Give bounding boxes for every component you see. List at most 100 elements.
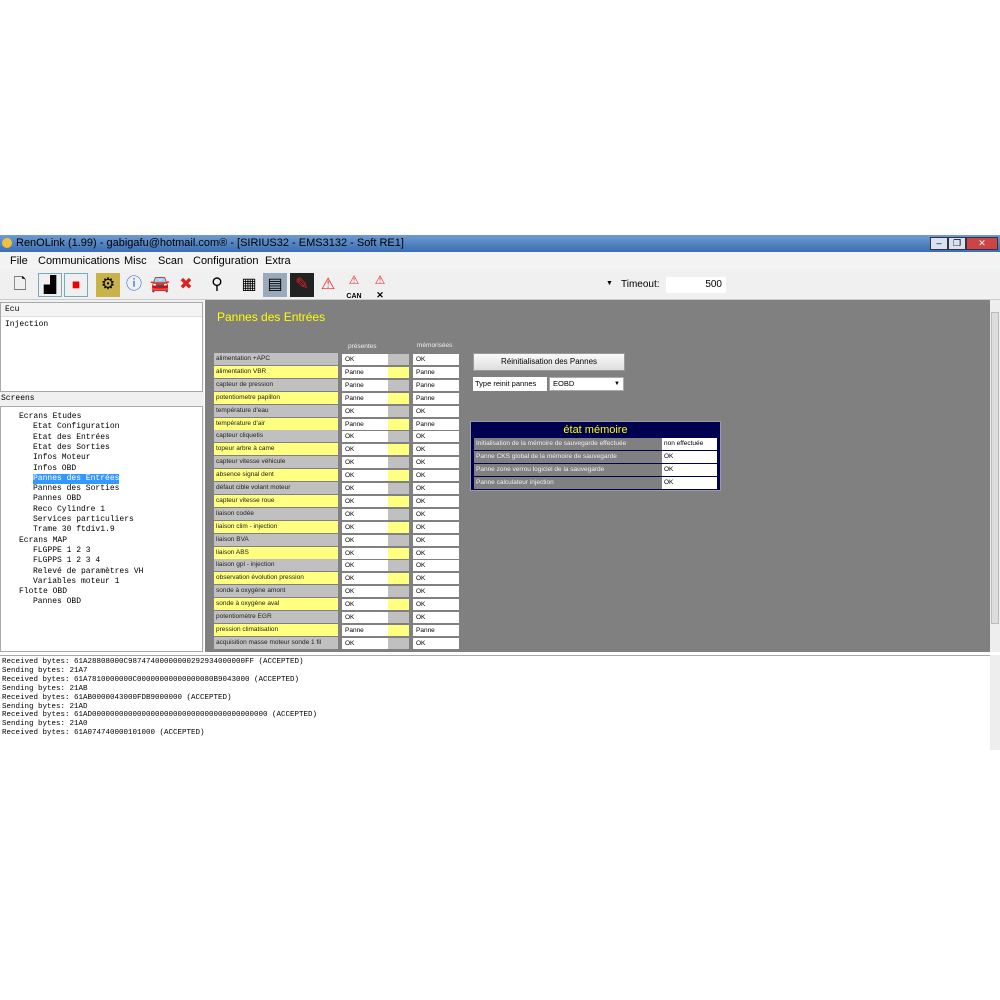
- settings-gear-icon[interactable]: ⚙: [96, 273, 120, 297]
- tree-item[interactable]: Ecrans Etudes: [19, 412, 81, 422]
- log-line: Received bytes: 61A074740000101000 (ACCE…: [2, 729, 205, 738]
- fault-label: capteur cliquetis: [214, 430, 338, 443]
- fault-memorized-value: OK: [413, 354, 459, 365]
- tree-item[interactable]: Reco Cylindre 1: [33, 505, 105, 515]
- timeout-input[interactable]: 500: [666, 277, 726, 293]
- memory-row: Panne CKS global de la mémoire de sauveg…: [474, 451, 717, 463]
- fault-present-value: OK: [342, 586, 388, 598]
- ecu-item-injection[interactable]: Injection: [1, 317, 202, 332]
- scroll-thumb[interactable]: [991, 312, 999, 624]
- fault-indicator: [388, 392, 409, 404]
- fault-label: alimentation +APC: [214, 353, 338, 365]
- log-line: Sending bytes: 21A7: [2, 666, 88, 675]
- dropdown-arrow-icon[interactable]: ▼: [606, 280, 613, 287]
- menu-extra[interactable]: Extra: [265, 255, 291, 267]
- clear-warning-icon[interactable]: ⚠ ✕: [368, 273, 392, 300]
- fault-memorized-value: OK: [413, 599, 459, 611]
- menu-misc[interactable]: Misc: [124, 255, 147, 267]
- log-scrollbar[interactable]: [990, 655, 1000, 750]
- tree-item[interactable]: Pannes OBD: [33, 597, 81, 607]
- can-warning-icon[interactable]: ⚠ CAN: [342, 273, 366, 300]
- fault-memorized-value: OK: [413, 483, 459, 494]
- tree-item[interactable]: Infos Moteur: [33, 453, 91, 463]
- tree-item[interactable]: Variables moteur 1: [33, 577, 119, 587]
- tree-item[interactable]: Ecrans MAP: [19, 536, 67, 546]
- fault-memorized-value: OK: [413, 573, 459, 585]
- fault-indicator: [388, 586, 409, 598]
- car-icon[interactable]: 🚘: [148, 273, 172, 297]
- fault-present-value: Panne: [342, 418, 388, 430]
- chip-icon[interactable]: ▦: [237, 273, 261, 297]
- fault-label: température d'air: [214, 417, 338, 430]
- maximize-button[interactable]: ❐: [948, 237, 966, 250]
- tree-item[interactable]: Pannes OBD: [33, 494, 81, 504]
- fault-memorized-value: OK: [413, 444, 459, 456]
- screens-tree: Ecrans Etudes Etat Configuration Etat des …: [0, 406, 203, 652]
- warning-icon[interactable]: ⚠: [316, 273, 340, 297]
- fault-present-value: Panne: [342, 624, 388, 636]
- tree-item[interactable]: FLGPPE 1 2 3: [33, 546, 91, 556]
- memory-row: Panne calculateur injection OK: [474, 477, 717, 489]
- fault-memorized-value: OK: [413, 637, 459, 649]
- fault-present-value: OK: [342, 470, 388, 482]
- can-label: CAN: [346, 293, 362, 300]
- memory-label: Panne CKS global de la mémoire de sauveg…: [474, 451, 662, 463]
- fault-memorized-value: Panne: [413, 392, 459, 404]
- menu-scan[interactable]: Scan: [158, 255, 183, 267]
- fault-indicator: [388, 431, 409, 443]
- fault-indicator: [388, 612, 409, 623]
- app-icon: [2, 238, 12, 248]
- menu-configuration[interactable]: Configuration: [193, 255, 258, 267]
- type-reinit-select[interactable]: EOBD ▼: [549, 377, 624, 391]
- memory-row: Panne zone verrou logiciel de la sauvega…: [474, 464, 717, 476]
- tree-item[interactable]: Etat Configuration: [33, 422, 119, 432]
- fault-present-value: OK: [342, 560, 388, 572]
- memory-value: OK: [662, 451, 717, 463]
- tree-item[interactable]: Infos OBD: [33, 464, 76, 474]
- menu-file[interactable]: File: [10, 255, 28, 267]
- fault-label: capteur vitesse roue: [214, 494, 338, 507]
- tree-item[interactable]: Relevé de paramètres VH: [33, 567, 143, 577]
- minimize-button[interactable]: –: [930, 237, 948, 250]
- memory-status-box: état mémoire Initialisation de la mémoir…: [470, 421, 721, 491]
- fault-present-value: OK: [342, 547, 388, 559]
- pin-icon[interactable]: ✎: [290, 273, 314, 297]
- title-bar: RenOLink (1.99) - gabigafu@hotmail.com® …: [0, 235, 1000, 252]
- tree-item[interactable]: Flotte OBD: [19, 587, 67, 597]
- delete-x-icon[interactable]: ✖: [174, 273, 198, 297]
- tree-item[interactable]: Trame 30 ftdiv1.9: [33, 525, 115, 535]
- tree-item[interactable]: FLGPPS 1 2 3 4: [33, 556, 100, 566]
- col-header-memo: mémorisées: [417, 342, 453, 349]
- new-file-icon[interactable]: 🗋: [8, 273, 32, 297]
- fault-indicator: [388, 560, 409, 572]
- fault-label: pression climatisation: [214, 623, 338, 636]
- binoculars-icon[interactable]: ⚲: [205, 273, 229, 297]
- fault-memorized-value: Panne: [413, 379, 459, 391]
- fault-present-value: Panne: [342, 379, 388, 391]
- menu-communications[interactable]: Communications: [38, 255, 120, 267]
- window-title: RenOLink (1.99) - gabigafu@hotmail.com® …: [16, 237, 404, 249]
- dashboard-icon[interactable]: ▤: [263, 273, 287, 297]
- tree-item[interactable]: Services particuliers: [33, 515, 134, 525]
- fault-indicator: [388, 521, 409, 533]
- reset-faults-button[interactable]: Réinitialisation des Pannes: [473, 353, 625, 371]
- tree-item[interactable]: Etat des Sorties: [33, 443, 110, 453]
- fault-indicator: [388, 405, 409, 417]
- memory-label: Initialisation de la mémoire de sauvegar…: [474, 438, 662, 450]
- tree-item[interactable]: Etat des Entrées: [33, 433, 110, 443]
- tree-item[interactable]: Pannes des Sorties: [33, 484, 119, 494]
- type-reinit-value: EOBD: [553, 379, 575, 388]
- fault-label: défaut cible volant moteur: [214, 482, 338, 494]
- fault-present-value: OK: [342, 354, 388, 365]
- fault-label: liaison BVA: [214, 533, 338, 546]
- stop-icon[interactable]: ⏹: [64, 273, 88, 297]
- main-scrollbar[interactable]: [990, 300, 1000, 652]
- fault-indicator: [388, 418, 409, 430]
- tree-item[interactable]: Pannes des Entrées: [33, 473, 120, 484]
- fault-present-value: OK: [342, 534, 388, 546]
- stairs-icon[interactable]: ▟: [38, 273, 62, 297]
- fault-memorized-value: Panne: [413, 366, 459, 378]
- log-line: Sending bytes: 21AD: [2, 702, 88, 711]
- info-icon[interactable]: ⓘ: [122, 273, 146, 297]
- close-button[interactable]: ✕: [966, 237, 998, 250]
